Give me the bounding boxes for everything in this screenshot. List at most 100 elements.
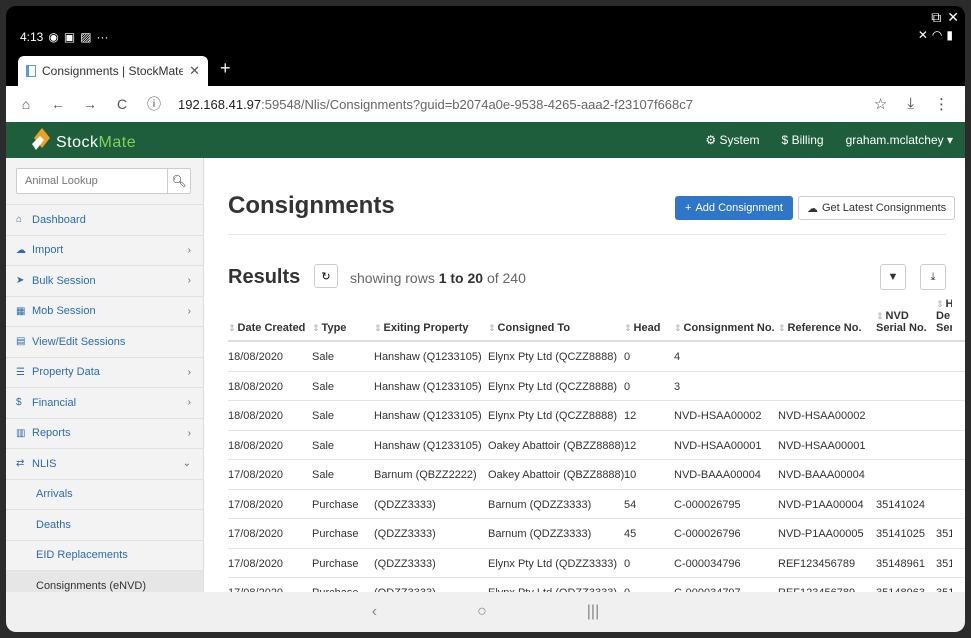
col-exiting-property[interactable]: ⇕ Exiting Property [374, 322, 469, 334]
bookmark-star-icon[interactable]: ☆ [874, 95, 887, 113]
system-label: System [719, 133, 760, 147]
chevron-right-icon: › [187, 244, 191, 256]
sidebar-subitem-arrivals[interactable]: Arrivals [6, 478, 203, 510]
external-window-icon[interactable]: ⧉ [931, 9, 941, 26]
sidebar-item-label: Reports [32, 427, 71, 440]
cell-nvd-serial-no: 35148961 [876, 557, 925, 570]
get-latest-consignments-button[interactable]: ☁ Get Latest Consignments [798, 196, 956, 220]
cell-type: Sale [312, 469, 335, 481]
col-date-created[interactable]: ⇕ Date Created [228, 322, 305, 334]
url-field[interactable]: 192.168.41.97:59548/Nlis/Consignments?gu… [178, 97, 874, 112]
results-title: Results [228, 266, 301, 288]
status-time: 4:13 [20, 30, 44, 44]
animal-lookup-input[interactable] [17, 169, 167, 193]
col-head[interactable]: ⇕ Head [624, 322, 660, 334]
logo-mate: Mate [98, 134, 137, 151]
table-row[interactable]: 17/08/2020Purchase(QDZZ3333)Elynx Pty Lt… [228, 549, 965, 578]
col-label: Exiting Property [383, 322, 469, 334]
sidebar-item-reports[interactable]: ▥ Reports › [6, 417, 203, 449]
tablet-screen: ⧉ ✕ 4:13 ◉ ▣ ▨ ··· ✕ ◠ ▮ Consignments | … [6, 6, 965, 632]
cell-head: 0 [624, 351, 631, 363]
table-row[interactable]: 18/08/2020 Sale Hanshaw (Q1233105) Elynx Pt… [228, 401, 965, 431]
sort-icon: ⇕ [778, 323, 786, 333]
home-nav-icon[interactable]: ○ [477, 603, 487, 621]
cell-type: Sale [312, 380, 335, 393]
sidebar-item-mob-session[interactable]: ▦ Mob Session › [6, 295, 203, 327]
app-header: StockMate ⚙ System $ Billing graham.mcla… [6, 122, 965, 158]
table-row[interactable]: 17/08/2020 Sale Barnum (QBZZ2222) Oakey Aba… [228, 460, 965, 490]
consignments-table: ⇕ Date Created ⇕ Type ⇕ Exiting Property ⇕ C… [228, 298, 965, 592]
table-row[interactable]: 18/08/2020 Sale Hanshaw (Q1233105) Oakey Ab… [228, 431, 965, 460]
sidebar-item-property-data[interactable]: ☰ Property Data › [6, 356, 203, 388]
mob-icon: ▦ [16, 305, 26, 317]
cell-reference-no: NVD-HSAA00002 [778, 410, 866, 422]
home-icon[interactable]: ⌂ [14, 96, 38, 112]
cell-consignment-no: C-000034796 [674, 557, 741, 570]
table-row[interactable]: 17/08/2020 Purchase (QDZZ3333) Barnum (QDZZ… [228, 490, 965, 519]
menu-kebab-icon[interactable]: ⋮ [934, 95, 949, 113]
browser-tab[interactable]: Consignments | StockMate ✕ [18, 56, 208, 86]
cell-date-created: 18/08/2020 [228, 351, 284, 363]
back-nav-icon[interactable]: ‹ [372, 603, 377, 621]
sidebar-item-bulk-session[interactable]: ➤ Bulk Session › [6, 265, 203, 296]
dollar-icon: $ [16, 397, 22, 409]
sidebar-subitem-label: Consignments (eNVD) [36, 579, 147, 592]
col-declaration-serial[interactable]: ⇕ H De Ser [936, 298, 952, 334]
sidebar-item-import[interactable]: ☁ Import › [6, 234, 203, 266]
col-label: Type [321, 322, 347, 334]
col-label: Consignment No. [683, 322, 775, 334]
forward-icon[interactable]: → [78, 96, 102, 112]
stockmate-logo[interactable]: StockMate [30, 126, 136, 152]
bar-chart-icon: ▥ [16, 427, 26, 439]
system-menu[interactable]: ⚙ System [705, 133, 759, 147]
chevron-down-icon: ⌄ [182, 458, 191, 470]
cell-type: Sale [312, 439, 335, 452]
chevron-right-icon: › [187, 305, 191, 317]
new-tab-icon[interactable]: + [220, 58, 231, 79]
sidebar-item-nlis[interactable]: ⇄ NLIS ⌄ [6, 448, 203, 479]
logo-stock: Stock [56, 134, 99, 151]
export-button[interactable]: ⤓ [920, 264, 946, 290]
sidebar-item-dashboard[interactable]: ⌂ Dashboard [6, 204, 203, 235]
table-row[interactable]: 18/08/2020 Sale Hanshaw (Q1233105) Elynx Pt… [228, 342, 965, 372]
col-label: Date Created [237, 322, 306, 334]
sidebar-subitem-eid-replacements[interactable]: EID Replacements [6, 539, 203, 571]
col-nvd-serial-no[interactable]: ⇕ NVD Serial No. [876, 310, 928, 334]
download-icon: ⤓ [930, 270, 936, 283]
cell-consigned-to: Elynx Pty Ltd (QCZZ8888) [488, 351, 617, 363]
info-icon[interactable]: ⓘ [142, 94, 166, 114]
col-consigned-to[interactable]: ⇕ Consigned To [488, 322, 570, 334]
tab-close-icon[interactable]: ✕ [189, 63, 200, 79]
mute-icon: ✕ [917, 28, 928, 42]
window-controls: ⧉ ✕ [931, 9, 959, 26]
sidebar-item-view-edit-sessions[interactable]: ▤ View/Edit Sessions [6, 326, 203, 357]
col-reference-no[interactable]: ⇕ Reference No. [778, 322, 862, 334]
refresh-button[interactable]: ↻ [314, 264, 338, 288]
filter-button[interactable]: ▼ [880, 264, 906, 290]
sidebar-subitem-consignments[interactable]: Consignments (eNVD) [6, 570, 203, 592]
sidebar-subitem-deaths[interactable]: Deaths [6, 509, 203, 540]
cell-consignment-no: 4 [674, 351, 681, 363]
sidebar-item-financial[interactable]: $ Financial › [6, 387, 203, 418]
billing-menu[interactable]: $ Billing [782, 133, 824, 147]
list-icon: ▤ [16, 336, 26, 348]
search-icon[interactable]: 🔍︎ [167, 169, 190, 193]
cell-head: 10 [624, 469, 637, 481]
tab-title: Consignments | StockMate [42, 64, 184, 78]
table-row[interactable]: 18/08/2020 Sale Hanshaw (Q1233105) Elynx Pt… [228, 372, 965, 401]
user-menu[interactable]: graham.mclatchey ▾ [846, 133, 953, 147]
cell-consignment-no: C-000026795 [674, 498, 741, 511]
recents-nav-icon[interactable]: ||| [587, 603, 599, 621]
back-icon[interactable]: ← [46, 96, 70, 112]
table-row[interactable]: 17/08/2020Purchase(QDZZ3333)Elynx Pty Lt… [228, 578, 965, 592]
download-icon[interactable]: ⤓ [907, 95, 914, 113]
table-row[interactable]: 17/08/2020 Purchase (QDZZ3333) Barnum (QDZZ… [228, 519, 965, 549]
reload-icon[interactable]: C [110, 96, 134, 112]
close-window-icon[interactable]: ✕ [947, 9, 959, 26]
col-type[interactable]: ⇕ Type [312, 322, 346, 334]
add-consignment-button[interactable]: + Add Consignment [675, 196, 793, 220]
wifi-icon: ◠ [931, 28, 943, 42]
animal-lookup: 🔍︎ [16, 168, 191, 194]
col-consignment-no[interactable]: ⇕ Consignment No. [674, 322, 775, 334]
filter-icon: ▼ [887, 271, 899, 283]
